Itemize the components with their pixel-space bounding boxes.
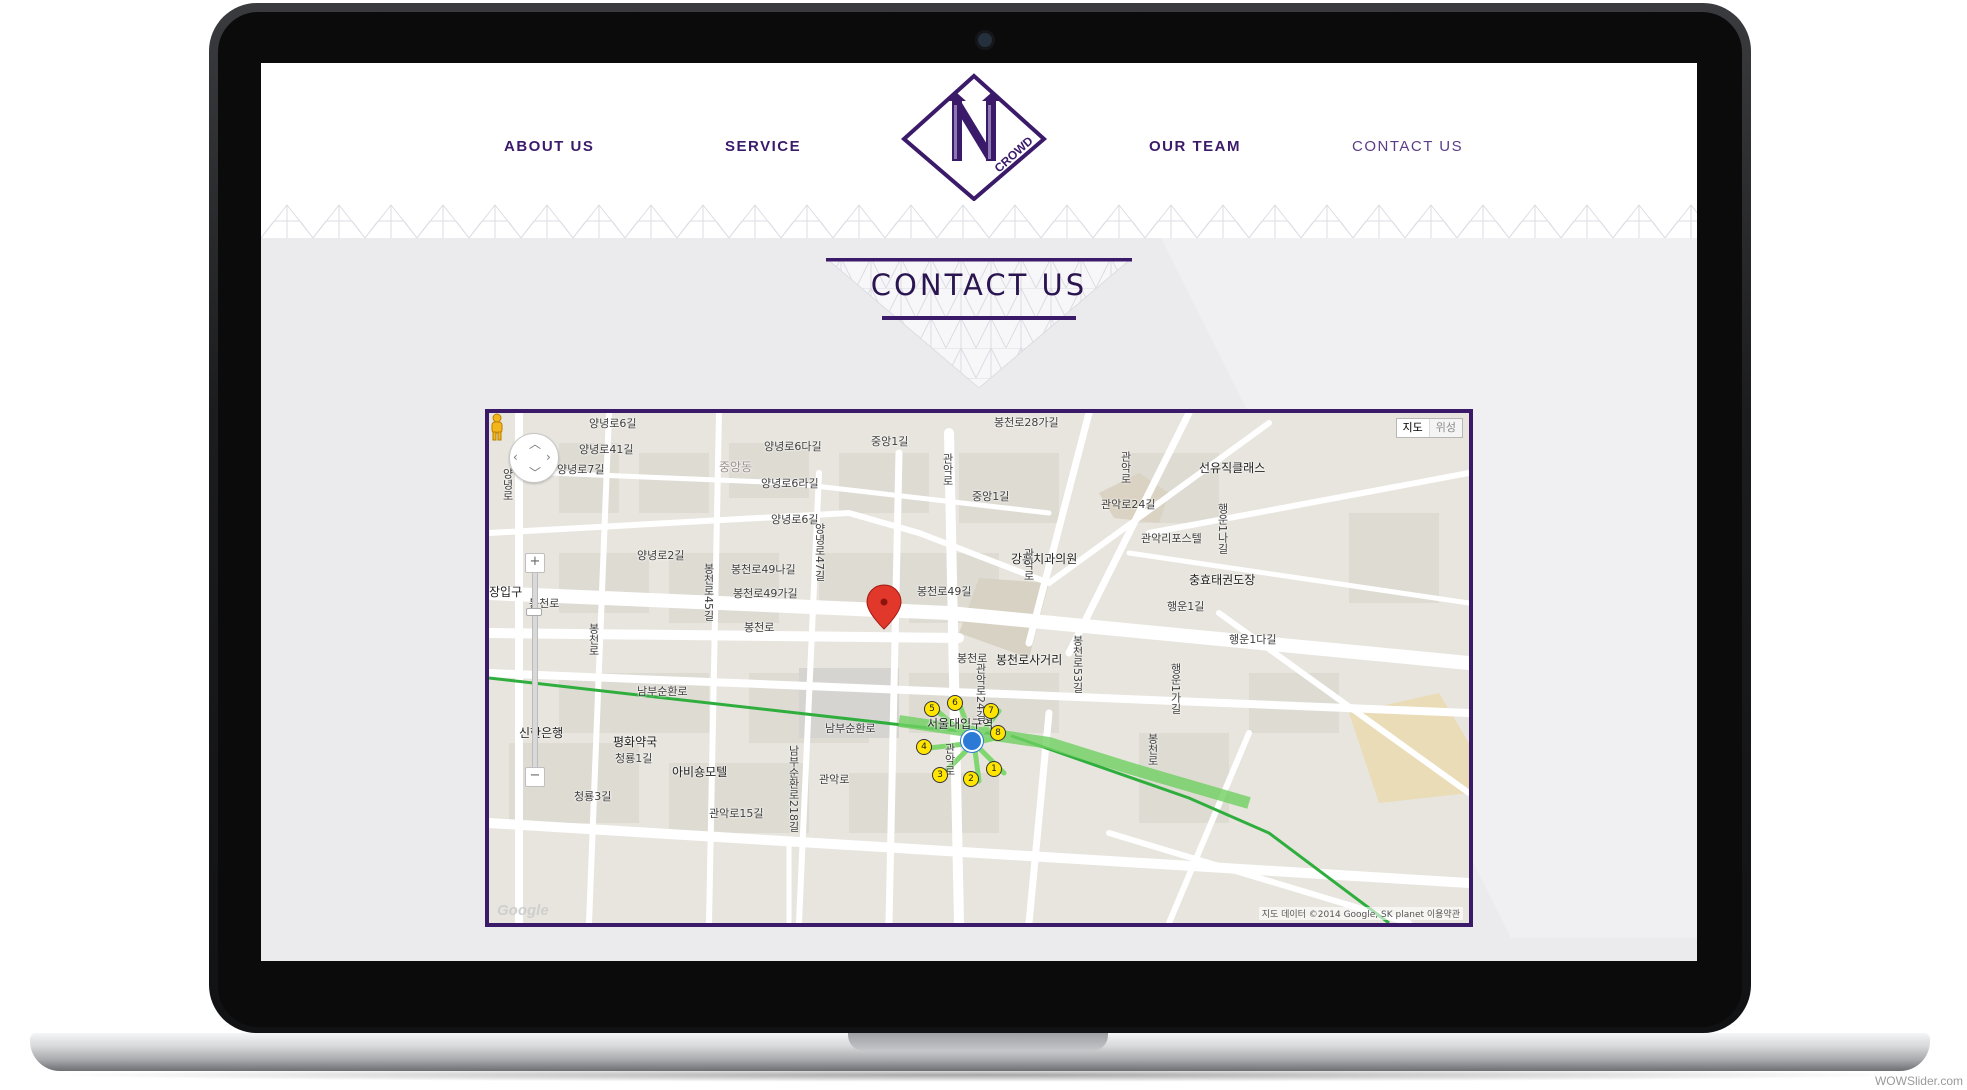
map-label: 관악로: [1022, 548, 1035, 581]
map-label: 봉천로: [1146, 733, 1159, 766]
map-label: 봉천로: [744, 621, 775, 634]
pegman-icon[interactable]: [489, 413, 505, 441]
map-label: 봉천로: [587, 623, 600, 656]
map-label: 장입구: [489, 585, 523, 599]
watermark: WOWSlider.com: [1874, 1074, 1963, 1088]
subway-exit[interactable]: 2: [963, 771, 979, 787]
map-label: 행운1가길: [1169, 663, 1182, 714]
map-label: 남부순환로: [637, 685, 688, 698]
map-label: 아비숑모텔: [672, 765, 728, 779]
subway-exit[interactable]: 4: [916, 739, 932, 755]
map-label: 관악리포스텔: [1141, 532, 1202, 545]
map-type-map[interactable]: 지도: [1397, 419, 1429, 437]
map-label: 양녕로2길: [637, 549, 685, 562]
zoom-out-button[interactable]: −: [525, 767, 545, 787]
map-label: 양녕로7길: [557, 463, 605, 476]
map-label: 남부순환로218길: [787, 745, 800, 832]
map-label: 중앙1길: [871, 435, 909, 448]
map-label: 양녕로6다길: [764, 440, 822, 453]
map-label: 관악로15길: [709, 807, 764, 820]
laptop-notch: [848, 1033, 1108, 1051]
map-label: 봉천로사거리: [996, 653, 1063, 667]
zoom-slider-handle[interactable]: [526, 608, 542, 616]
camera-icon: [975, 30, 995, 50]
map-label: 청룡1길: [615, 752, 653, 765]
subway-exit[interactable]: 1: [986, 761, 1002, 777]
subway-exit[interactable]: 7: [983, 703, 999, 719]
google-logo: Google: [497, 902, 549, 919]
map-label: 관악로: [1119, 451, 1132, 484]
subway-exit[interactable]: 8: [990, 725, 1006, 741]
map-label: 양녕로: [501, 468, 514, 501]
nav-our-team[interactable]: OUR TEAM: [1149, 138, 1241, 155]
nav-service[interactable]: SERVICE: [725, 138, 801, 155]
map-label: 봉천로49가길: [733, 587, 798, 600]
zoom-in-button[interactable]: +: [525, 553, 545, 573]
map-label: 신한은행: [519, 726, 564, 740]
map-label: 행운1길: [1167, 600, 1205, 613]
pan-control-icon[interactable]: ︿ ﹀ ‹ ›: [509, 433, 559, 483]
map-label: 충효태권도장: [1189, 573, 1256, 587]
map-label: 행운1다길: [1229, 633, 1277, 646]
map-label: 중앙동: [719, 460, 753, 474]
map-label: 관악로24길: [1101, 498, 1156, 511]
subway-exit[interactable]: 6: [947, 695, 963, 711]
map-label: 양녕로6라길: [761, 477, 819, 490]
map-label: 봉천로45길: [702, 563, 715, 621]
map-label: 양녕로41길: [579, 443, 634, 456]
subway-station-icon[interactable]: [961, 730, 983, 752]
map-type-satellite[interactable]: 위성: [1428, 419, 1462, 437]
map-label: 평화약국: [613, 735, 658, 749]
subway-exit[interactable]: 5: [924, 701, 940, 717]
ncrowd-logo[interactable]: CROWD: [899, 71, 1049, 201]
map-label: 봉천로49길: [917, 585, 972, 598]
nav-contact-us[interactable]: CONTACT US: [1352, 138, 1463, 155]
map-label: 봉천로28가길: [994, 416, 1059, 429]
map-label: 양녕로6길: [589, 417, 637, 430]
map-label: 행운1나길: [1216, 503, 1229, 554]
map-label: 남부순환로: [825, 722, 876, 735]
zoom-slider-track[interactable]: [532, 563, 538, 780]
map-label: 관악로: [819, 773, 850, 786]
website-screen: ABOUT US SERVICE OUR TEAM CONTACT US CRO…: [261, 63, 1697, 961]
map-label: 봉천로49나길: [731, 563, 796, 576]
page-title: CONTACT US: [870, 268, 1088, 302]
map-label: 봉천로53길: [1071, 635, 1084, 693]
map-label: 양녕로47길: [813, 523, 826, 581]
map-label: 관악로: [941, 453, 954, 486]
map-type-toggle[interactable]: 지도 위성: [1395, 418, 1463, 438]
map-label: 선유직클래스: [1199, 461, 1266, 475]
google-map[interactable]: 양녕로6길 봉천로28가길 양녕로6다길 중앙1길 중앙동 양녕로41길 양녕로…: [485, 409, 1473, 927]
nav-about-us[interactable]: ABOUT US: [504, 138, 594, 155]
map-label: 청룡3길: [574, 790, 612, 803]
subway-exit[interactable]: 3: [932, 767, 948, 783]
map-attribution[interactable]: 지도 데이터 ©2014 Google, SK planet 이용약관: [1258, 907, 1463, 920]
map-label: 중앙1길: [972, 490, 1010, 503]
